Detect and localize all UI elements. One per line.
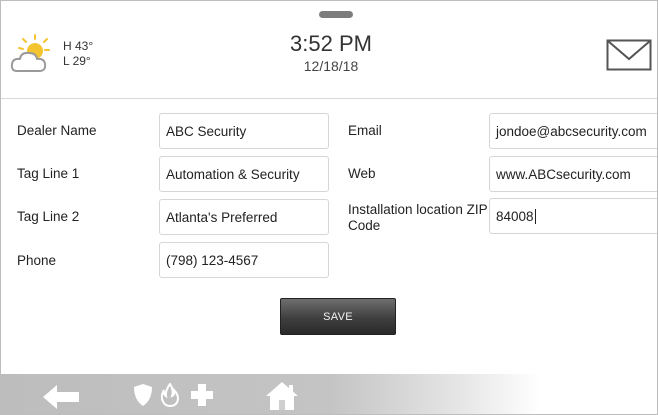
tag-line-2-input[interactable]: Atlanta's Preferred — [159, 199, 329, 235]
back-button[interactable] — [43, 385, 81, 414]
web-label: Web — [348, 166, 376, 181]
phone-input[interactable]: (798) 123-4567 — [159, 242, 329, 278]
fire-button[interactable] — [160, 382, 180, 412]
messages-button[interactable] — [606, 39, 652, 76]
partly-cloudy-icon — [10, 34, 50, 72]
back-arrow-icon — [43, 385, 79, 409]
zip-code-input[interactable]: 84008 — [489, 198, 657, 234]
envelope-icon — [606, 39, 652, 71]
medical-button[interactable] — [191, 384, 213, 411]
weather-widget[interactable]: H 43° L 29° — [9, 27, 109, 87]
zip-code-label: Installation location ZIP Code — [348, 202, 488, 233]
dealer-name-label: Dealer Name — [17, 123, 97, 138]
bottom-navigation — [1, 374, 657, 414]
temperature-low: L 29° — [63, 54, 91, 68]
phone-label: Phone — [17, 253, 57, 268]
tag-line-2-label: Tag Line 2 — [17, 209, 80, 224]
header-divider — [1, 98, 657, 99]
dealer-name-input[interactable]: ABC Security — [159, 113, 329, 149]
medical-cross-icon — [191, 384, 213, 406]
current-date: 12/18/18 — [303, 58, 359, 74]
home-icon — [266, 382, 298, 410]
tag-line-1-input[interactable]: Automation & Security — [159, 156, 329, 192]
home-button[interactable] — [265, 381, 299, 414]
email-label: Email — [348, 123, 382, 138]
web-input[interactable]: www.ABCsecurity.com — [489, 156, 657, 192]
tag-line-1-label: Tag Line 1 — [17, 166, 80, 181]
shield-icon — [134, 384, 152, 406]
security-button[interactable] — [133, 383, 153, 412]
app-frame: H 43° L 29° 3:52 PM 12/18/18 Dealer Name… — [0, 0, 658, 415]
current-time: 3:52 PM — [290, 31, 372, 56]
clock: 3:52 PM 12/18/18 — [231, 31, 431, 75]
flame-icon — [160, 382, 180, 408]
save-button[interactable]: SAVE — [280, 298, 396, 335]
text-cursor — [534, 208, 536, 224]
pull-down-handle[interactable] — [319, 11, 353, 18]
temperature-high: H 43° — [63, 39, 94, 53]
email-input[interactable]: jondoe@abcsecurity.com — [489, 113, 657, 149]
